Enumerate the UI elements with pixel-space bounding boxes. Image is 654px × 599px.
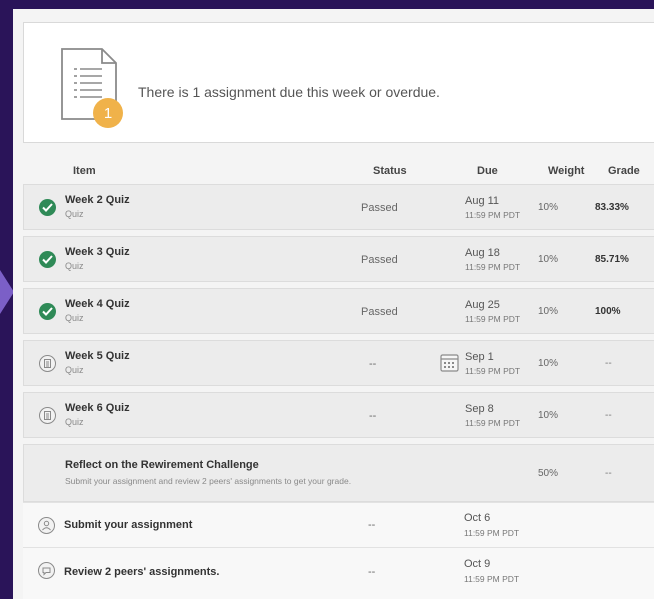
item-weight: 10% bbox=[538, 254, 559, 265]
header-due: Due bbox=[477, 165, 498, 177]
item-status: -- bbox=[369, 410, 377, 422]
item-title[interactable]: Week 4 Quiz bbox=[65, 298, 130, 310]
header-grade: Grade bbox=[608, 165, 640, 177]
due-time: 11:59 PM PDT bbox=[465, 210, 521, 220]
due-time: 11:59 PM PDT bbox=[465, 366, 521, 376]
peer-grade: -- bbox=[605, 468, 612, 479]
table-row[interactable]: Week 4 Quiz Quiz Passed Aug 25 11:59 PM … bbox=[23, 288, 654, 334]
peer-title[interactable]: Reflect on the Rewirement Challenge bbox=[65, 459, 259, 471]
peer-step-row[interactable]: Review 2 peers' assignments. -- Oct 9 11… bbox=[23, 547, 654, 599]
assignment-due-banner: 1 There is 1 assignment due this week or… bbox=[23, 22, 654, 143]
item-type: Quiz bbox=[65, 313, 84, 323]
quiz-icon bbox=[39, 407, 56, 424]
item-type: Quiz bbox=[65, 417, 84, 427]
peer-step-row[interactable]: Submit your assignment -- Oct 6 11:59 PM… bbox=[23, 502, 654, 547]
step-title[interactable]: Submit your assignment bbox=[64, 519, 192, 531]
due-date: Sep 8 bbox=[465, 403, 494, 415]
due-date: Oct 9 bbox=[464, 558, 491, 570]
grades-panel: 1 There is 1 assignment due this week or… bbox=[13, 9, 654, 599]
peer-review-group[interactable]: Reflect on the Rewirement Challenge Subm… bbox=[23, 444, 654, 502]
check-circle-icon bbox=[39, 251, 56, 268]
table-row[interactable]: Week 5 Quiz Quiz -- Sep 1 11:59 PM PDT 1… bbox=[23, 340, 654, 386]
side-nav-arrow[interactable] bbox=[0, 270, 14, 314]
table-header: Item Status Due Weight Grade bbox=[23, 159, 654, 185]
due-time: 11:59 PM PDT bbox=[465, 314, 521, 324]
due-date: Aug 25 bbox=[465, 299, 500, 311]
due-date: Oct 6 bbox=[464, 512, 491, 524]
header-item: Item bbox=[73, 165, 96, 177]
table-row[interactable]: Week 6 Quiz Quiz -- Sep 8 11:59 PM PDT 1… bbox=[23, 392, 654, 438]
due-count-badge: 1 bbox=[104, 105, 112, 122]
item-type: Quiz bbox=[65, 209, 84, 219]
review-chat-icon bbox=[38, 562, 55, 579]
document-icon: 1 bbox=[61, 48, 123, 128]
due-time: 11:59 PM PDT bbox=[465, 262, 521, 272]
step-status: -- bbox=[368, 519, 376, 531]
item-grade: -- bbox=[605, 358, 612, 369]
due-time: 11:59 PM PDT bbox=[464, 574, 520, 584]
peer-weight: 50% bbox=[538, 468, 559, 479]
check-circle-icon bbox=[39, 303, 56, 320]
step-title[interactable]: Review 2 peers' assignments. bbox=[64, 566, 219, 578]
item-weight: 10% bbox=[538, 358, 559, 369]
item-status: Passed bbox=[361, 254, 398, 266]
item-weight: 10% bbox=[538, 202, 559, 213]
quiz-icon bbox=[39, 355, 56, 372]
item-weight: 10% bbox=[538, 410, 559, 421]
submit-person-icon bbox=[38, 517, 55, 534]
item-title[interactable]: Week 5 Quiz bbox=[65, 350, 130, 362]
due-date: Sep 1 bbox=[465, 351, 494, 363]
banner-message: There is 1 assignment due this week or o… bbox=[138, 84, 440, 100]
due-time: 11:59 PM PDT bbox=[465, 418, 521, 428]
peer-description: Submit your assignment and review 2 peer… bbox=[65, 476, 352, 486]
item-status: Passed bbox=[361, 306, 398, 318]
header-status: Status bbox=[373, 165, 407, 177]
item-grade: -- bbox=[605, 410, 612, 421]
header-weight: Weight bbox=[548, 165, 585, 177]
item-type: Quiz bbox=[65, 365, 84, 375]
item-status: Passed bbox=[361, 202, 398, 214]
item-weight: 10% bbox=[538, 306, 559, 317]
item-status: -- bbox=[369, 358, 377, 370]
item-type: Quiz bbox=[65, 261, 84, 271]
due-date: Aug 11 bbox=[465, 195, 500, 207]
step-status: -- bbox=[368, 566, 376, 578]
due-date: Aug 18 bbox=[465, 247, 500, 259]
due-time: 11:59 PM PDT bbox=[464, 528, 520, 538]
table-row[interactable]: Week 3 Quiz Quiz Passed Aug 18 11:59 PM … bbox=[23, 236, 654, 282]
item-grade: 100% bbox=[595, 306, 621, 317]
item-grade: 85.71% bbox=[595, 254, 629, 265]
item-grade: 83.33% bbox=[595, 202, 629, 213]
table-row[interactable]: Week 2 Quiz Quiz Passed Aug 11 11:59 PM … bbox=[23, 184, 654, 230]
item-title[interactable]: Week 2 Quiz bbox=[65, 194, 130, 206]
calendar-reminder-icon[interactable] bbox=[440, 353, 460, 373]
check-circle-icon bbox=[39, 199, 56, 216]
item-title[interactable]: Week 3 Quiz bbox=[65, 246, 130, 258]
item-title[interactable]: Week 6 Quiz bbox=[65, 402, 130, 414]
